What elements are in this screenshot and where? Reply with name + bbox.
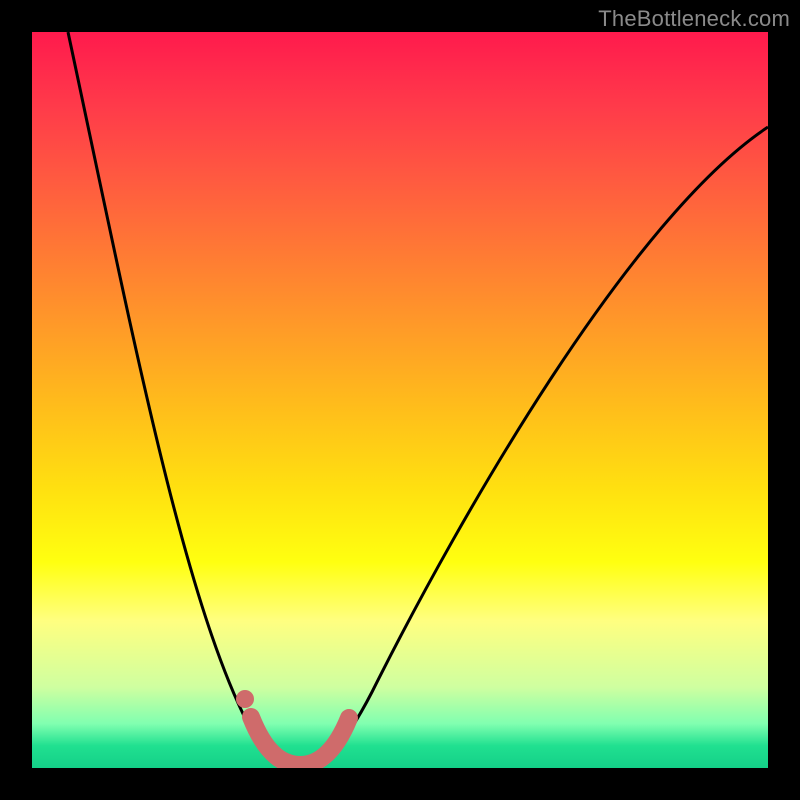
highlight-dot bbox=[236, 690, 254, 708]
bottleneck-curve bbox=[68, 32, 768, 768]
highlight-segment bbox=[251, 717, 349, 765]
plot-svg bbox=[32, 32, 768, 768]
watermark-text: TheBottleneck.com bbox=[598, 6, 790, 32]
